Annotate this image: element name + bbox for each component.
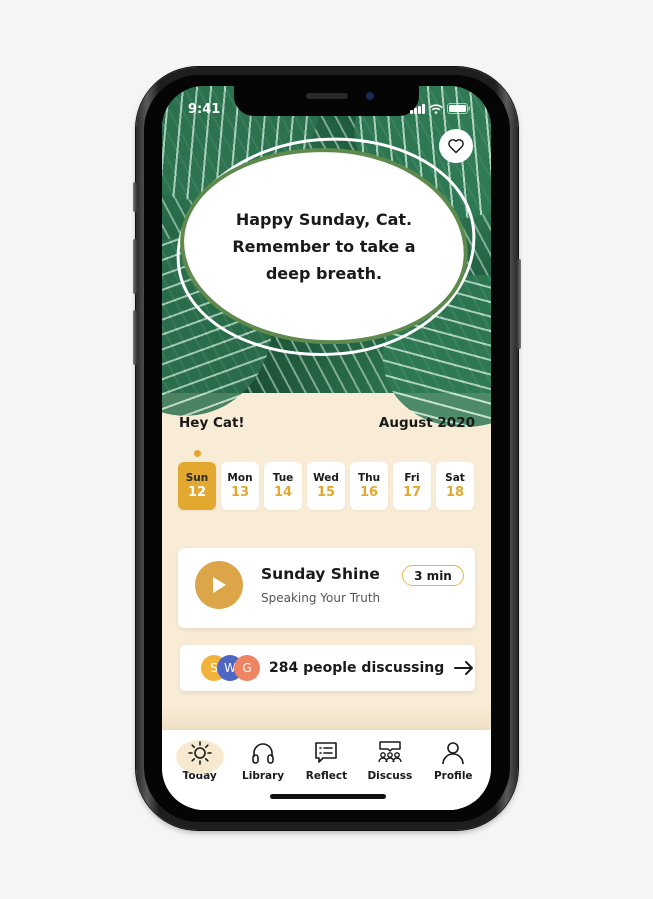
day-date: 14 (273, 485, 293, 500)
day-name: Sun (185, 472, 209, 484)
tab-label: Profile (433, 770, 473, 782)
today-indicator (194, 450, 201, 457)
group-icon (378, 741, 402, 763)
avatar: G (234, 655, 260, 681)
home-indicator[interactable] (270, 794, 386, 799)
chat-bubble-icon (315, 742, 338, 763)
mute-switch (133, 182, 137, 212)
headphones-icon (252, 743, 274, 764)
session-card[interactable]: Sunday Shine Speaking Your Truth 3 min (178, 548, 475, 628)
person-icon (442, 742, 465, 765)
month-label: August 2020 (378, 415, 475, 431)
volume-down-button (133, 310, 137, 365)
session-title: Sunday Shine (261, 565, 380, 583)
daily-message: Happy Sunday, Cat. Remember to take a de… (232, 209, 416, 283)
tab-label: Today (182, 770, 217, 782)
day-name: Fri (404, 472, 420, 484)
day-name: Mon (227, 472, 253, 484)
tab-label: Reflect (305, 770, 348, 782)
notch (234, 86, 419, 116)
day-date: 18 (445, 485, 465, 500)
app-screen: Happy Sunday, Cat. Remember to take a de… (162, 86, 491, 810)
day-name: Thu (357, 472, 381, 484)
play-icon (213, 577, 226, 593)
tab-today[interactable]: Today (170, 730, 230, 810)
session-subtitle: Speaking Your Truth (261, 591, 381, 605)
status-time: 9:41 (188, 102, 221, 117)
day-thu[interactable]: Thu 16 (350, 462, 388, 510)
arrow-right-icon[interactable] (454, 661, 474, 675)
day-name: Sat (445, 472, 465, 484)
day-date: 16 (359, 485, 379, 500)
discussion-count: 284 people discussing (269, 660, 445, 676)
day-tue[interactable]: Tue 14 (264, 462, 302, 510)
discussion-card[interactable]: S W G 284 people discussing (180, 645, 475, 691)
volume-up-button (133, 239, 137, 294)
sun-icon (187, 741, 212, 765)
front-camera (366, 92, 374, 100)
hero-banner: Happy Sunday, Cat. Remember to take a de… (162, 86, 491, 447)
day-date: 13 (230, 485, 250, 500)
day-name: Tue (272, 472, 294, 484)
day-date: 12 (187, 485, 207, 500)
status-icons (410, 103, 471, 114)
day-wed[interactable]: Wed 15 (307, 462, 345, 510)
speaker (306, 93, 348, 99)
favorite-button[interactable] (439, 129, 473, 163)
day-sun[interactable]: Sun 12 (178, 462, 216, 510)
cellular-signal-icon (410, 103, 425, 114)
duration-badge: 3 min (402, 565, 464, 586)
power-button (517, 259, 521, 349)
week-selector: Sun 12 Mon 13 Tue 14 Wed 15 Thu 16 Fri 1… (178, 462, 474, 510)
tab-label: Library (242, 770, 285, 782)
day-name: Wed (313, 472, 339, 484)
day-date: 17 (402, 485, 422, 500)
play-button[interactable] (195, 561, 243, 609)
avatar-stack: S W G (201, 655, 271, 681)
tab-profile[interactable]: Profile (423, 730, 483, 810)
heart-icon (448, 139, 464, 154)
content-fade (162, 706, 491, 730)
day-fri[interactable]: Fri 17 (393, 462, 431, 510)
day-mon[interactable]: Mon 13 (221, 462, 259, 510)
greeting-row: Hey Cat! August 2020 (179, 415, 475, 431)
day-date: 15 (316, 485, 336, 500)
tab-label: Discuss (367, 770, 413, 782)
greeting-text: Hey Cat! (179, 415, 245, 431)
day-sat[interactable]: Sat 18 (436, 462, 474, 510)
wifi-icon (429, 103, 443, 114)
battery-icon (447, 103, 470, 114)
